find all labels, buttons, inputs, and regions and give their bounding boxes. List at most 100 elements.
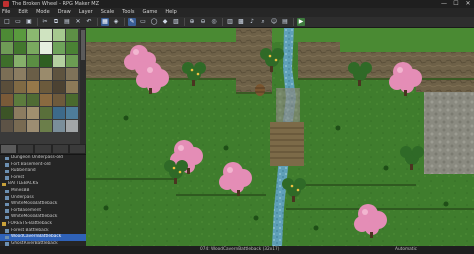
map-icon bbox=[5, 176, 9, 180]
menu-edit[interactable]: Edit bbox=[18, 8, 28, 17]
window-title: The Broken Wheel - RPG Maker MZ bbox=[12, 1, 100, 7]
toolbar-divider bbox=[222, 18, 223, 26]
menu-bar: File Edit Mode Draw Layer Scale Tools Ga… bbox=[0, 8, 474, 17]
map-tree-folder[interactable]: BATTLEBACKS bbox=[0, 181, 86, 188]
map-tree-folder[interactable]: FORESTS-Battleback bbox=[0, 221, 86, 228]
fill-icon[interactable]: ◆ bbox=[161, 18, 169, 26]
map-tree: Dungeon Underpass-old Fort Basement-old Ru… bbox=[0, 154, 86, 247]
menu-layer[interactable]: Layer bbox=[79, 8, 93, 17]
delete-icon[interactable]: ✕ bbox=[74, 18, 82, 26]
map-tree-label: Forest bbox=[11, 174, 25, 180]
tileset-palette[interactable] bbox=[0, 28, 86, 154]
rectangle-icon[interactable]: ▭ bbox=[139, 18, 147, 26]
open-folder-icon[interactable]: ▭ bbox=[14, 18, 22, 26]
toolbar-divider bbox=[37, 18, 38, 26]
app-icon bbox=[3, 1, 9, 7]
map-tree-label: FORESTS-Battleback bbox=[8, 220, 53, 226]
map-tree-item[interactable]: Forest Battleback bbox=[0, 228, 86, 235]
map-icon bbox=[5, 189, 9, 194]
resource-manager-icon[interactable]: ▤ bbox=[281, 18, 289, 26]
folder-icon bbox=[2, 222, 6, 226]
tileset-tabs bbox=[0, 144, 86, 154]
map-tree-label: Rubberland bbox=[11, 168, 36, 174]
new-file-icon[interactable]: □ bbox=[3, 18, 11, 26]
map-icon bbox=[5, 229, 9, 233]
tab-b[interactable] bbox=[18, 145, 34, 153]
event-mode-icon[interactable]: ◈ bbox=[112, 18, 120, 26]
tab-c[interactable] bbox=[35, 145, 51, 153]
tab-a[interactable] bbox=[1, 145, 17, 153]
map-tree-label: Fort Basement-old bbox=[11, 161, 51, 167]
map-tree-label: Dungeon Underpass-old bbox=[11, 155, 63, 160]
toolbar-divider bbox=[97, 18, 98, 26]
map-tree-label: WoodCavernBattleback bbox=[11, 234, 62, 240]
map-tree-item[interactable]: WhiteMossBattleback bbox=[0, 214, 86, 221]
map-icon bbox=[5, 169, 9, 174]
zoom-in-icon[interactable]: ⊕ bbox=[188, 18, 196, 26]
toolbar-divider bbox=[124, 18, 125, 26]
map-icon bbox=[5, 163, 9, 167]
map-tree-item[interactable]: Forest bbox=[0, 175, 86, 182]
map-tree-label: FortBasement bbox=[11, 207, 42, 213]
map-tree-item[interactable]: Fort Basement-old bbox=[0, 162, 86, 169]
map-icon bbox=[5, 215, 9, 220]
map-scene[interactable] bbox=[86, 28, 474, 246]
status-bar: 074: WoodCavernBattleback (32x17) Automa… bbox=[0, 246, 474, 254]
title-bar: The Broken Wheel - RPG Maker MZ — ☐ ✕ bbox=[0, 0, 474, 8]
actual-size-icon[interactable]: ◎ bbox=[210, 18, 218, 26]
event-searcher-icon[interactable]: ⌕ bbox=[259, 18, 267, 26]
menu-file[interactable]: File bbox=[2, 8, 10, 17]
map-tree-item[interactable]: MinesBB bbox=[0, 188, 86, 195]
pencil-icon[interactable]: ✎ bbox=[128, 18, 136, 26]
map-tree-label: WhiteMossBattleback bbox=[11, 214, 58, 220]
paste-icon[interactable]: ▤ bbox=[63, 18, 71, 26]
character-generator-icon[interactable]: ☺ bbox=[270, 18, 278, 26]
map-icon bbox=[5, 196, 9, 200]
map-tree-label: Underpass bbox=[11, 194, 34, 200]
toolbar-divider bbox=[184, 18, 185, 26]
map-tree-item[interactable]: FortBasement bbox=[0, 208, 86, 215]
maximize-button[interactable]: ☐ bbox=[450, 0, 462, 8]
minimize-button[interactable]: — bbox=[438, 0, 450, 8]
status-zoom: Automatic bbox=[395, 247, 418, 252]
playtest-icon[interactable]: ▶ bbox=[297, 18, 305, 26]
map-icon bbox=[5, 156, 9, 161]
map-canvas[interactable] bbox=[86, 28, 474, 246]
map-icon bbox=[5, 209, 9, 213]
map-mode-icon[interactable]: ▦ bbox=[101, 18, 109, 26]
menu-mode[interactable]: Mode bbox=[36, 8, 50, 17]
sound-test-icon[interactable]: ♪ bbox=[248, 18, 256, 26]
save-icon[interactable]: ▣ bbox=[25, 18, 33, 26]
copy-icon[interactable]: ⧉ bbox=[52, 18, 60, 26]
map-tree-item[interactable]: Underpass bbox=[0, 195, 86, 202]
tab-d[interactable] bbox=[52, 145, 68, 153]
status-map-info: 074: WoodCavernBattleback (32x17) bbox=[200, 247, 280, 252]
ellipse-icon[interactable]: ◯ bbox=[150, 18, 158, 26]
map-tree-item[interactable]: WoodCavernBattleback bbox=[0, 234, 86, 241]
shadow-pen-icon[interactable]: ▧ bbox=[172, 18, 180, 26]
menu-tools[interactable]: Tools bbox=[122, 8, 134, 17]
plugin-manager-icon[interactable]: ▩ bbox=[237, 18, 245, 26]
database-icon[interactable]: ▥ bbox=[226, 18, 234, 26]
tileset-scrollbar[interactable] bbox=[81, 30, 85, 60]
map-tree-item[interactable]: Rubberland bbox=[0, 168, 86, 175]
menu-scale[interactable]: Scale bbox=[101, 8, 114, 17]
menu-help[interactable]: Help bbox=[165, 8, 176, 17]
toolbar-divider bbox=[293, 18, 294, 26]
cut-icon[interactable]: ✂ bbox=[41, 18, 49, 26]
close-button[interactable]: ✕ bbox=[462, 0, 474, 8]
map-tree-item[interactable]: WhiteMossBattleback bbox=[0, 201, 86, 208]
map-tree-item[interactable]: Dungeon Underpass-old bbox=[0, 155, 86, 162]
undo-icon[interactable]: ↶ bbox=[85, 18, 93, 26]
map-tree-label: WhiteMossBattleback bbox=[11, 201, 58, 207]
map-tree-label: BATTLEBACKS bbox=[8, 181, 39, 187]
menu-draw[interactable]: Draw bbox=[58, 8, 71, 17]
map-tree-label: Forest Battleback bbox=[11, 227, 49, 233]
folder-icon bbox=[2, 182, 6, 187]
map-icon bbox=[5, 235, 9, 240]
tileset-image[interactable] bbox=[0, 28, 86, 144]
menu-game[interactable]: Game bbox=[142, 8, 157, 17]
zoom-out-icon[interactable]: ⊖ bbox=[199, 18, 207, 26]
map-icon bbox=[5, 202, 9, 207]
tab-r[interactable] bbox=[69, 145, 86, 153]
